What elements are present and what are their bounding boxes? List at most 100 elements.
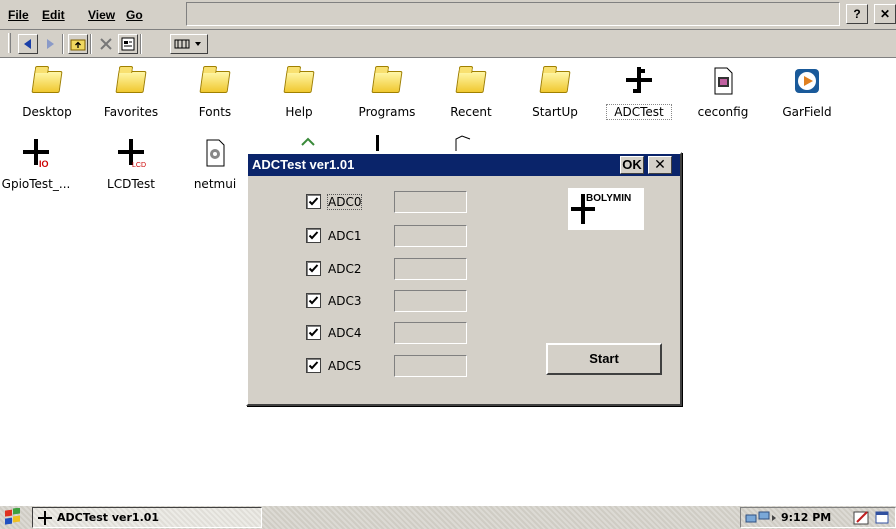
taskbar-button-label: ADCTest ver1.01 — [57, 511, 160, 524]
adc-row-5: ADC5 — [306, 355, 476, 377]
checkmark-icon — [308, 264, 319, 273]
desktop-icon-adctest[interactable]: ADCTest — [595, 61, 683, 133]
icon-label: GarField — [782, 105, 832, 119]
folder-icon — [31, 65, 63, 97]
menu-view[interactable]: View — [88, 8, 115, 22]
adc2-checkbox[interactable] — [306, 261, 321, 276]
network-icon[interactable] — [745, 511, 777, 525]
adc-row-2: ADC2 — [306, 258, 476, 280]
adc0-value-field — [394, 191, 467, 213]
desktop-icon-lcdtest[interactable]: LCD LCDTest — [87, 133, 175, 205]
icon-label: Desktop — [22, 105, 72, 119]
close-window-button[interactable]: ✕ — [874, 4, 896, 24]
checkmark-icon — [308, 231, 319, 240]
clock[interactable]: 9:12 PM — [781, 511, 831, 524]
logo-text: BOLYMIN — [586, 193, 632, 204]
system-tray: 9:12 PM — [740, 507, 896, 528]
views-icon[interactable] — [170, 34, 208, 54]
menu-spacer — [186, 2, 840, 26]
checkmark-icon — [308, 361, 319, 370]
adc0-checkbox[interactable] — [306, 194, 321, 209]
menu-file[interactable]: File — [8, 8, 29, 22]
desktop-icon-recent[interactable]: Recent — [427, 61, 515, 133]
lcd-app-icon: LCD — [115, 137, 147, 169]
back-icon[interactable] — [18, 34, 38, 54]
icon-label: ADCTest — [606, 104, 672, 120]
desktop-icon[interactable] — [875, 510, 891, 526]
icon-label: LCDTest — [107, 177, 155, 191]
svg-text:LCD: LCD — [132, 162, 146, 169]
adc3-label: ADC3 — [328, 294, 362, 308]
adc-row-1: ADC1 — [306, 225, 476, 247]
folder-icon — [455, 65, 487, 97]
icon-label: Favorites — [103, 105, 159, 119]
icon-label: StartUp — [532, 105, 578, 119]
up-folder-icon[interactable] — [68, 34, 88, 54]
folder-icon — [115, 65, 147, 97]
adc-app-icon — [38, 511, 52, 525]
icon-label: Help — [285, 105, 313, 119]
adc4-value-field — [394, 322, 467, 344]
hidden-app-icon — [298, 135, 318, 149]
icon-label: Fonts — [198, 105, 232, 119]
forward-icon[interactable] — [40, 34, 60, 54]
icon-label: ceconfig — [697, 105, 749, 119]
menu-bar: File Edit View Go ? ✕ — [0, 0, 896, 30]
desktop-icon-gpiotest[interactable]: IO GpioTest_... — [0, 133, 80, 205]
adc5-label: ADC5 — [328, 359, 362, 373]
garfield-app-icon — [791, 65, 823, 97]
adc0-label: ADC0 — [326, 194, 363, 210]
adc2-label: ADC2 — [328, 262, 362, 276]
adc1-value-field — [394, 225, 467, 247]
adc5-checkbox[interactable] — [306, 358, 321, 373]
toolbar-grip[interactable] — [8, 33, 11, 53]
toolbar-separator — [62, 34, 64, 54]
start-button[interactable]: Start — [546, 343, 662, 375]
adc1-label: ADC1 — [328, 229, 362, 243]
dialog-title-bar[interactable]: ADCTest ver1.01 OK ✕ — [248, 154, 680, 176]
bolymin-logo: BOLYMIN — [568, 188, 644, 230]
folder-icon — [283, 65, 315, 97]
desktop-icon-garfield[interactable]: GarField — [763, 61, 851, 133]
adc1-checkbox[interactable] — [306, 228, 321, 243]
adc3-value-field — [394, 290, 467, 312]
desktop-icon-programs[interactable]: Programs — [343, 61, 431, 133]
adc4-checkbox[interactable] — [306, 325, 321, 340]
menu-edit[interactable]: Edit — [42, 8, 65, 22]
hidden-file-icon — [452, 135, 474, 151]
adc-row-4: ADC4 — [306, 322, 476, 344]
checkmark-icon — [308, 197, 319, 206]
checkmark-icon — [308, 296, 319, 305]
taskbar: ADCTest ver1.01 9:12 PM — [0, 505, 896, 529]
adc5-value-field — [394, 355, 467, 377]
close-button[interactable]: ✕ — [648, 156, 672, 174]
start-flag-icon[interactable] — [2, 507, 24, 528]
properties-icon[interactable] — [118, 34, 138, 54]
toolbar-separator — [90, 34, 92, 54]
taskbar-button-adctest[interactable]: ADCTest ver1.01 — [32, 507, 262, 528]
adc4-label: ADC4 — [328, 326, 362, 340]
adc-app-icon — [623, 65, 655, 97]
edit-icon[interactable] — [853, 510, 871, 526]
svg-text:IO: IO — [39, 159, 49, 169]
delete-icon[interactable] — [96, 34, 116, 54]
adc-row-3: ADC3 — [306, 290, 476, 312]
desktop-icon-favorites[interactable]: Favorites — [87, 61, 175, 133]
hidden-app-icon — [368, 133, 388, 151]
desktop-icon-ceconfig[interactable]: ceconfig — [679, 61, 767, 133]
icon-label: Programs — [358, 105, 416, 119]
adc3-checkbox[interactable] — [306, 293, 321, 308]
desktop-icon-fonts[interactable]: Fonts — [171, 61, 259, 133]
folder-icon — [371, 65, 403, 97]
icon-label: Recent — [450, 105, 492, 119]
adctest-dialog: ADCTest ver1.01 OK ✕ ADC0 ADC1 ADC2 ADC3… — [246, 152, 682, 406]
dialog-title: ADCTest ver1.01 — [252, 157, 355, 172]
help-button[interactable]: ? — [846, 4, 868, 24]
folder-icon — [539, 65, 571, 97]
desktop-icon-help[interactable]: Help — [255, 61, 343, 133]
menu-go[interactable]: Go — [126, 8, 143, 22]
desktop-icon-desktop[interactable]: Desktop — [3, 61, 91, 133]
ok-button[interactable]: OK — [620, 156, 644, 174]
folder-icon — [199, 65, 231, 97]
desktop-icon-startup[interactable]: StartUp — [511, 61, 599, 133]
